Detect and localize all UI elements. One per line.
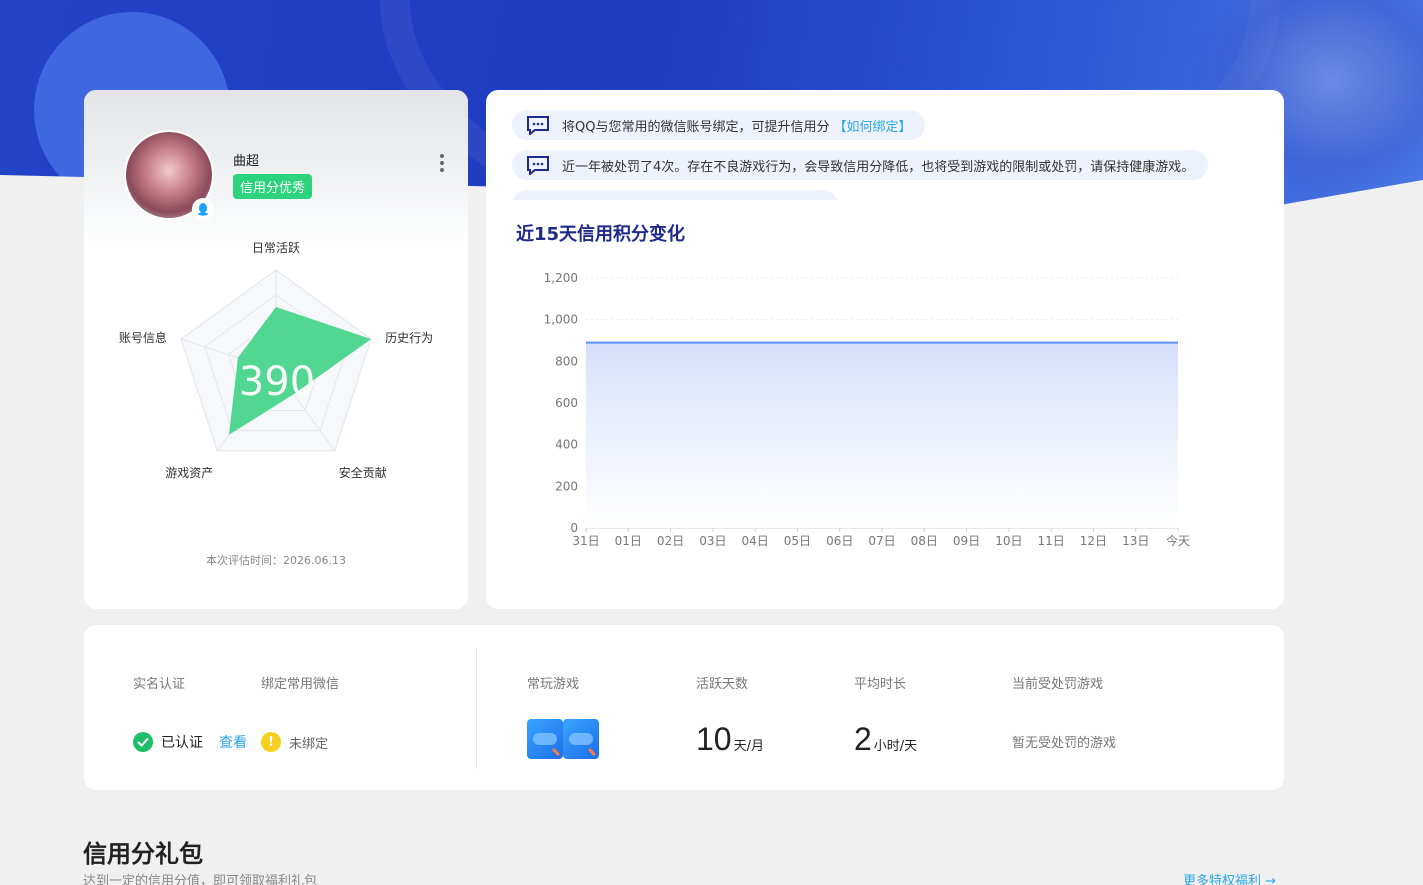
wechat-bind-label: 绑定常用微信 (261, 677, 340, 692)
y-tick-label: 200 (555, 479, 578, 493)
credit-trend-chart: 31日 01日 02日 03日 04日 05日 06日 07日 08日 09日 10日 11日 12日 1… (544, 271, 1190, 548)
notice-text: 将QQ与您常用的微信账号绑定，可提升信用分 (562, 119, 830, 135)
punished-games-label: 当前受处罚游戏 (1012, 677, 1104, 692)
active-days-number: 10 (696, 721, 732, 757)
view-verification-link[interactable]: 查看 (219, 732, 247, 752)
more-privileges-link[interactable]: 更多特权福利 → (1183, 870, 1276, 885)
y-tick-label: 400 (555, 438, 578, 452)
credit-trend-card: 将QQ与您常用的微信账号绑定，可提升信用分 【如何绑定】 近一年被处罚了4次。存… (486, 90, 1284, 609)
x-tick-label: 09日 (953, 534, 980, 548)
profile-card: 曲超 信用分优秀 390 日常活跃 历史行为 安全贡献 游戏资产 账号信息 本次… (84, 90, 468, 609)
credit-radar-chart: 390 日常活跃 历史行为 安全贡献 游戏资产 账号信息 (119, 241, 433, 480)
y-tick-label: 600 (555, 396, 578, 410)
more-options-icon[interactable] (436, 152, 448, 174)
x-tick-label: 04日 (742, 534, 769, 548)
account-stats-card: 实名认证 绑定常用微信 已认证 查看 ! 未绑定 常玩游戏 活跃天数 10 天/… (84, 625, 1284, 790)
gift-section-title: 信用分礼包 (83, 840, 203, 868)
x-tick-label: 11日 (1038, 534, 1065, 548)
active-days-unit: 天/月 (733, 739, 764, 754)
avg-time-number: 2 (854, 721, 872, 757)
credit-level-badge: 信用分优秀 (233, 174, 313, 199)
x-tick-label: 今天 (1166, 533, 1190, 548)
x-tick-label: 02日 (657, 534, 684, 548)
check-icon (133, 732, 153, 752)
radar-label-history: 历史行为 (385, 331, 433, 345)
stats-divider (476, 649, 477, 769)
frequent-games-label: 常玩游戏 (527, 677, 580, 692)
notice-scroll-overflow (486, 188, 1284, 200)
punished-games-value: 暂无受处罚的游戏 (1012, 736, 1117, 751)
x-tick-label: 06日 (826, 534, 853, 548)
avg-time-unit: 小时/天 (873, 739, 918, 754)
notice-penalty: 近一年被处罚了4次。存在不良游戏行为，会导致信用分降低，也将受到游戏的限制或处罚… (512, 150, 1209, 180)
notice-bind-wechat: 将QQ与您常用的微信账号绑定，可提升信用分 【如何绑定】 (512, 110, 926, 140)
unbound-text: 未绑定 (289, 736, 329, 752)
nickname: 曲超 (233, 154, 260, 169)
message-icon (527, 116, 549, 135)
active-days-value: 10 天/月 (696, 721, 764, 758)
radar-label-account-info: 账号信息 (119, 330, 167, 345)
x-tick-label: 12日 (1080, 534, 1107, 548)
x-tick-label: 01日 (615, 534, 642, 548)
radar-label-daily-active: 日常活跃 (252, 241, 300, 255)
real-name-label: 实名认证 (133, 677, 186, 692)
verified-text: 已认证 (161, 735, 203, 751)
x-tick-label: 13日 (1122, 534, 1149, 548)
avg-time-label: 平均时长 (854, 677, 907, 692)
gift-section-subtitle: 达到一定的信用分值，即可领取福利礼包 (83, 874, 318, 885)
radar-label-game-assets: 游戏资产 (165, 466, 213, 480)
game-icon[interactable] (527, 719, 563, 759)
warning-icon: ! (261, 732, 281, 752)
y-tick-label: 0 (570, 521, 578, 535)
qq-icon (192, 198, 214, 220)
x-tick-label: 07日 (868, 534, 895, 548)
x-tick-label: 05日 (784, 534, 811, 548)
series-area (586, 342, 1178, 528)
evaluation-time: 本次评估时间：2026.06.13 (206, 554, 346, 567)
message-icon (527, 156, 549, 175)
y-tick-label: 1,000 (544, 313, 578, 327)
radar-label-security: 安全贡献 (339, 465, 387, 480)
game-icon[interactable] (563, 719, 599, 759)
real-name-status: 已认证 查看 (133, 732, 247, 752)
x-tick-label: 10日 (995, 534, 1022, 548)
credit-score: 390 (239, 359, 315, 405)
x-tick-label: 08日 (911, 534, 938, 548)
y-tick-label: 1,200 (544, 271, 578, 285)
wechat-bind-status: ! 未绑定 (261, 732, 328, 752)
x-tick-label: 03日 (699, 534, 726, 548)
notice-text: 近一年被处罚了4次。存在不良游戏行为，会导致信用分降低，也将受到游戏的限制或处罚… (562, 159, 1195, 175)
y-tick-label: 800 (555, 354, 578, 368)
chart-title: 近15天信用积分变化 (516, 224, 686, 245)
avg-time-value: 2 小时/天 (854, 721, 917, 758)
x-tick-label: 31日 (572, 534, 599, 548)
how-to-bind-link[interactable]: 【如何绑定】 (833, 116, 911, 135)
active-days-label: 活跃天数 (696, 677, 749, 692)
